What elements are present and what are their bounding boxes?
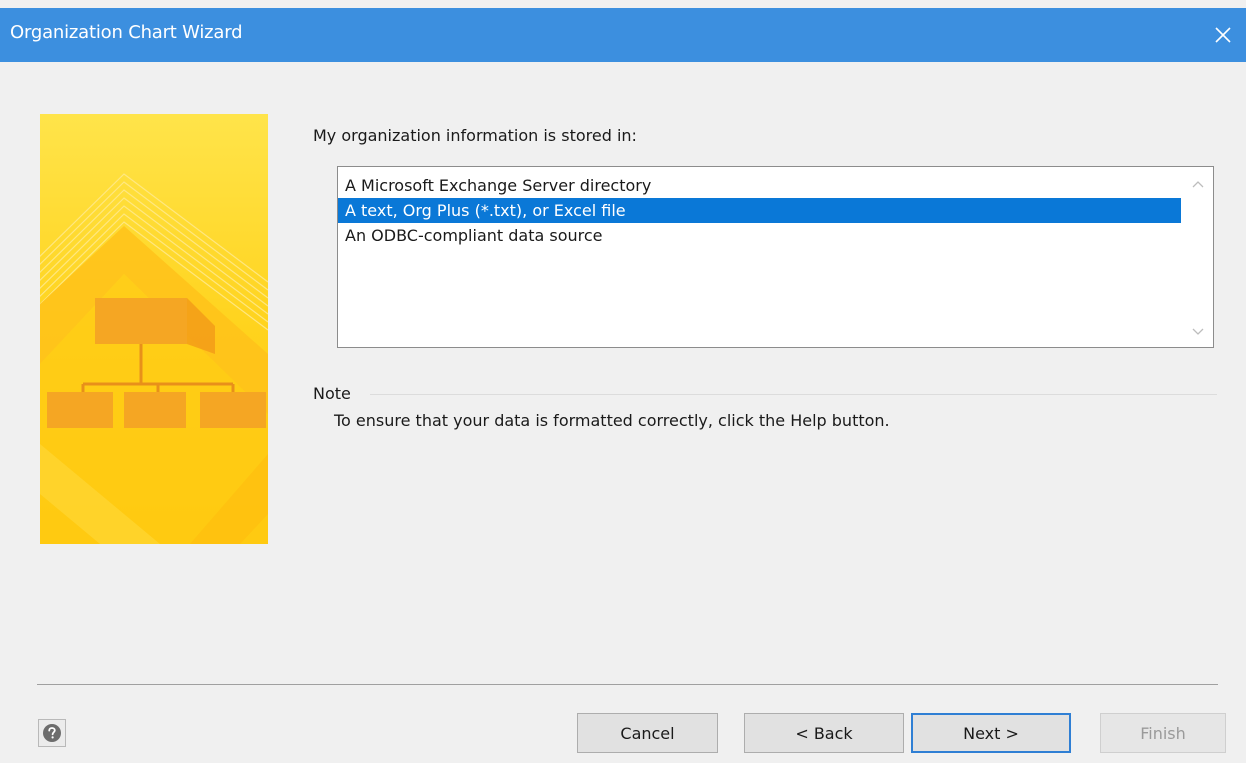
list-item-odbc[interactable]: An ODBC-compliant data source: [338, 223, 1181, 248]
scroll-down-button[interactable]: [1191, 325, 1205, 339]
next-button[interactable]: Next >: [911, 713, 1071, 753]
storage-prompt-label: My organization information is stored in…: [313, 126, 637, 145]
footer-divider: [37, 684, 1218, 685]
back-button[interactable]: < Back: [744, 713, 904, 753]
title-bar[interactable]: Organization Chart Wizard: [0, 8, 1246, 62]
chevron-up-icon: [1192, 181, 1204, 188]
data-source-listbox[interactable]: A Microsoft Exchange Server directory A …: [337, 166, 1214, 348]
list-item-exchange[interactable]: A Microsoft Exchange Server directory: [338, 173, 1181, 198]
wizard-window: Organization Chart Wizard My organizatio…: [0, 0, 1246, 763]
wizard-banner-image: [40, 114, 268, 544]
help-button[interactable]: [38, 719, 66, 747]
cancel-button[interactable]: Cancel: [577, 713, 718, 753]
close-icon: [1215, 27, 1231, 43]
scroll-up-button[interactable]: [1191, 177, 1205, 191]
list-item-text-excel-file[interactable]: A text, Org Plus (*.txt), or Excel file: [338, 198, 1181, 223]
note-heading: Note: [313, 384, 351, 403]
close-button[interactable]: [1200, 8, 1246, 62]
chevron-down-icon: [1192, 328, 1204, 335]
org-chart-illustration: [40, 114, 268, 544]
finish-button[interactable]: Finish: [1100, 713, 1226, 753]
help-icon: [43, 724, 61, 742]
note-text: To ensure that your data is formatted co…: [334, 411, 890, 430]
window-title: Organization Chart Wizard: [10, 22, 243, 43]
data-source-options: A Microsoft Exchange Server directory A …: [338, 173, 1181, 248]
note-divider: [370, 394, 1217, 395]
